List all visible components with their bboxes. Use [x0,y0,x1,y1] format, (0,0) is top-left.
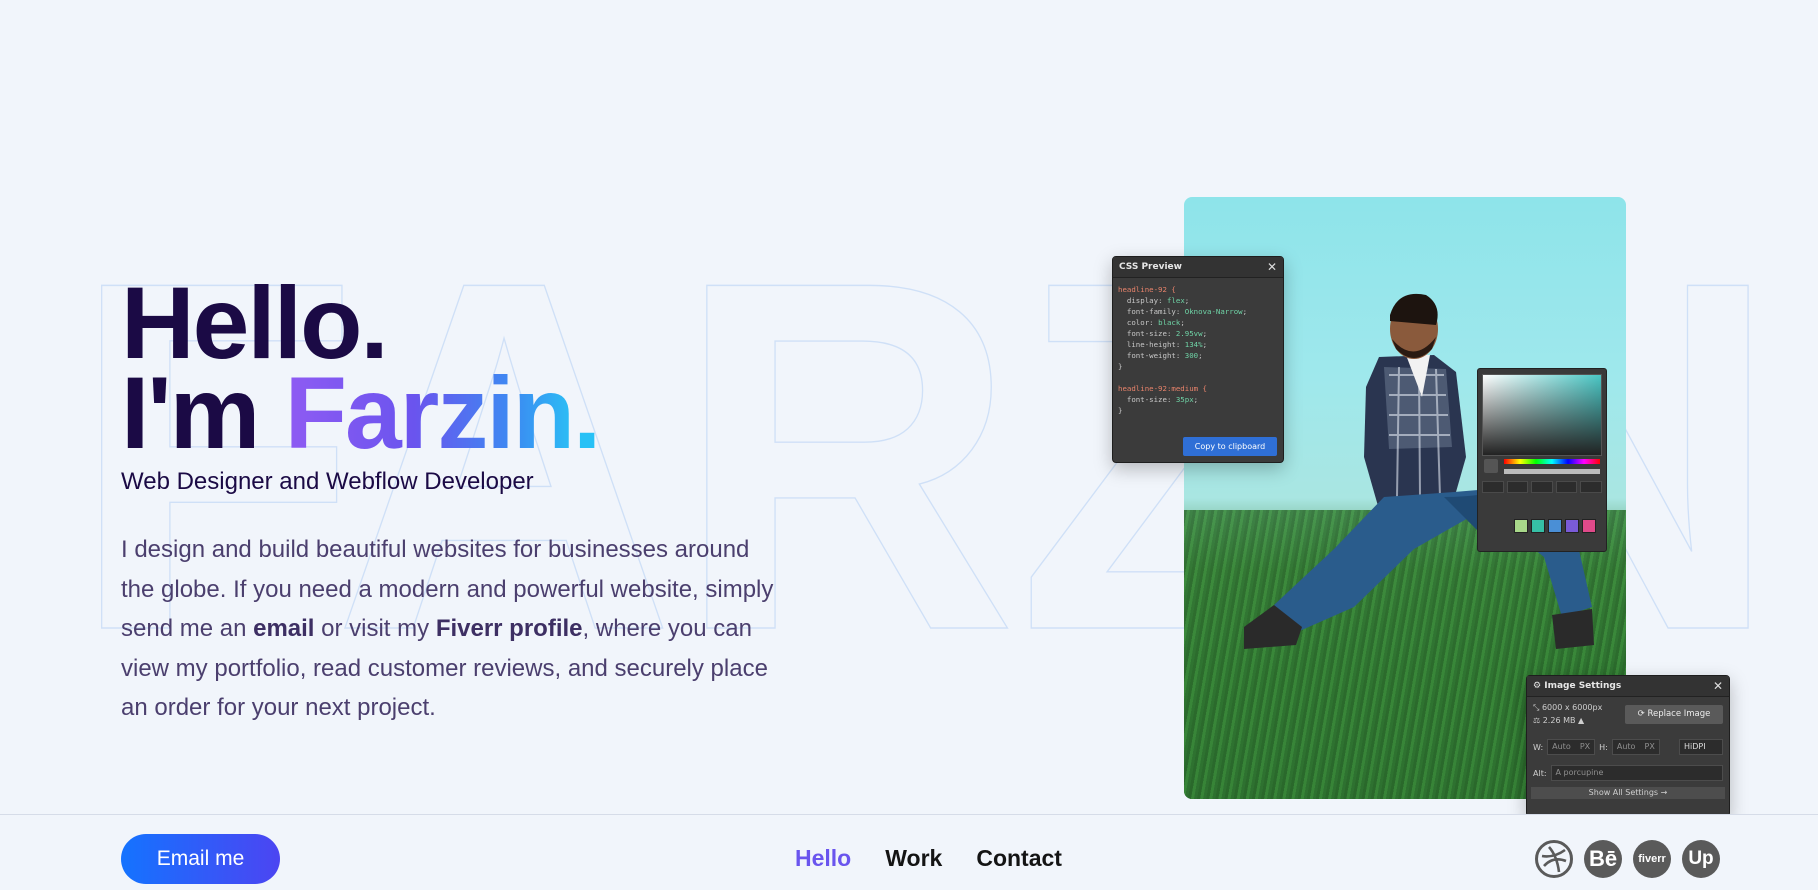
css-preview-header: CSS Preview ✕ [1113,257,1283,278]
css-property-line: display: flex; [1126,296,1190,305]
css-selector: headline-92:medium { [1118,384,1207,393]
alt-row: Alt: A porcupine [1527,765,1729,781]
alt-text-input[interactable]: A porcupine [1550,765,1723,781]
eyedropper-icon[interactable] [1484,459,1498,473]
description-part-2: or visit my [314,615,436,642]
dribbble-glyph [1541,846,1567,873]
nav-hello[interactable]: Hello [795,845,851,872]
copy-to-clipboard-button[interactable]: Copy to clipboard [1183,437,1277,456]
hidpi-toggle[interactable]: HiDPI [1679,739,1723,755]
color-picker-panel[interactable] [1477,368,1607,552]
hex-field[interactable] [1482,481,1504,493]
hero-section: Hello. I'm Farzin. Web Designer and Webf… [121,266,801,728]
h-field[interactable] [1506,481,1529,493]
hero-headline: Hello. I'm Farzin. [121,266,801,464]
saturation-value-picker[interactable] [1482,374,1602,456]
image-filesize: ⚖ 2.26 MB ▲ [1533,716,1585,725]
css-property-line: color: black; [1126,318,1185,327]
swatch[interactable] [1548,519,1562,533]
behance-icon[interactable]: Bē [1584,840,1622,878]
gear-icon: ⚙ [1533,681,1542,691]
swatch[interactable] [1565,519,1579,533]
swatch[interactable] [1531,519,1545,533]
b-field[interactable] [1555,481,1578,493]
name-dot: . [573,356,601,470]
weight-icon: ⚖ [1533,716,1541,725]
close-icon[interactable]: ✕ [1713,679,1723,693]
image-settings-header: ⚙ Image Settings ✕ [1527,676,1729,697]
css-selector: headline-92 { [1118,285,1176,294]
css-property-line: font-size: 35px; [1126,395,1199,404]
resize-icon: ⤡ [1533,703,1540,712]
color-value-fields[interactable] [1482,481,1602,493]
upwork-icon[interactable]: Up [1682,840,1720,878]
height-label: H: [1599,742,1608,752]
swatch[interactable] [1514,519,1528,533]
css-property-line: font-family: Oknova-Narrow; [1126,307,1248,316]
nav-contact[interactable]: Contact [976,845,1062,872]
css-brace: } [1118,362,1123,371]
email-link[interactable]: email [253,615,314,642]
alt-label: Alt: [1533,768,1547,778]
show-all-settings-button[interactable]: Show All Settings → [1531,787,1725,799]
email-me-button[interactable]: Email me [121,834,280,884]
image-settings-panel: ⚙ Image Settings ✕ ⤡ 6000 x 6000px ⚖ 2.2… [1526,675,1730,817]
footer-nav: Hello Work Contact [795,845,1062,872]
css-preview-title: CSS Preview [1119,262,1182,272]
hero-name: Farzin [284,356,575,470]
css-preview-panel: CSS Preview ✕ headline-92 { display: fle… [1112,256,1284,463]
hero-subtitle: Web Designer and Webflow Developer [121,468,534,495]
greeting-text: Hello. [121,266,389,380]
social-links: Bē fiverr Up [1535,840,1720,878]
width-input[interactable]: Auto PX [1547,739,1596,755]
dribbble-icon[interactable] [1535,840,1573,878]
alpha-slider[interactable] [1504,469,1600,474]
swatch[interactable] [1582,519,1596,533]
footer-bar: Email me Hello Work Contact Bē fiverr Up [0,814,1818,890]
fiverr-icon[interactable]: fiverr [1633,840,1671,878]
image-meta: ⤡ 6000 x 6000px ⚖ 2.26 MB ▲ [1533,703,1602,725]
width-label: W: [1533,742,1544,752]
image-settings-title: Image Settings [1544,681,1622,691]
image-dimensions: ⤡ 6000 x 6000px [1533,703,1603,712]
size-row: W: Auto PX H: Auto PX HiDPI [1527,739,1729,755]
replace-image-button[interactable]: ⟳ Replace Image [1625,704,1723,724]
css-property-line: font-size: 2.95vw; [1126,329,1208,338]
height-input[interactable]: Auto PX [1611,739,1660,755]
css-property-line: line-height: 134%; [1126,340,1208,349]
a-field[interactable] [1580,481,1602,493]
image-info-row: ⤡ 6000 x 6000px ⚖ 2.26 MB ▲ ⟳ Replace Im… [1527,703,1729,725]
intro-prefix: I'm [121,356,260,470]
hue-slider[interactable] [1504,459,1600,464]
color-swatches [1514,519,1596,533]
image-settings-title-wrap: ⚙ Image Settings [1533,681,1621,691]
s-field[interactable] [1531,481,1553,493]
refresh-icon: ⟳ [1637,708,1645,719]
close-icon[interactable]: ✕ [1267,260,1277,274]
nav-work[interactable]: Work [885,845,942,872]
hero-description: I design and build beautiful websites fo… [121,530,781,728]
css-property-line: font-weight: 300; [1126,351,1203,360]
intro-line: I'm Farzin. [121,362,801,464]
css-brace: } [1118,406,1123,415]
fiverr-profile-link[interactable]: Fiverr profile [436,615,583,642]
css-code-block: headline-92 { display: flex; font-family… [1113,278,1283,422]
